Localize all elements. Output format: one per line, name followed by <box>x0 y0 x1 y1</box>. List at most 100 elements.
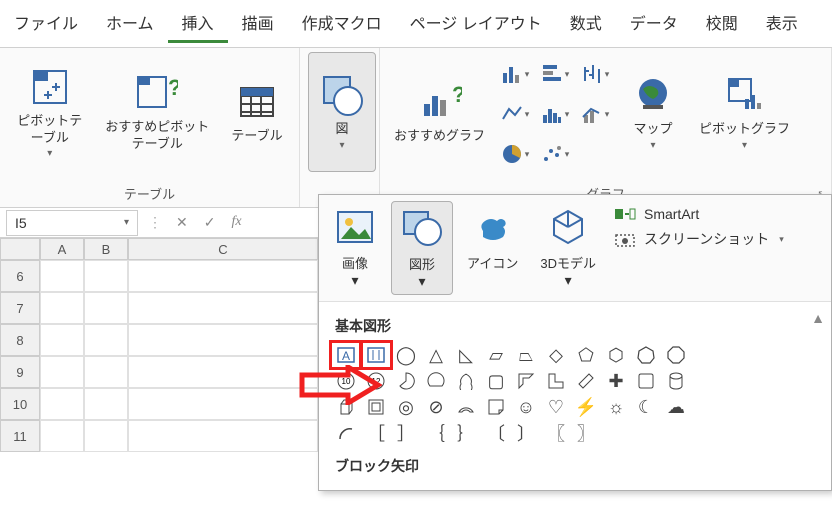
cell[interactable] <box>128 356 318 388</box>
menu-data[interactable]: データ <box>616 4 692 43</box>
scroll-up-button[interactable]: ▲ <box>811 310 825 326</box>
shape-l-shape[interactable] <box>541 368 571 394</box>
shape-pie[interactable] <box>391 368 421 394</box>
cell[interactable] <box>40 420 84 452</box>
pie-chart-button[interactable]: ▾ <box>497 136 533 172</box>
enter-button[interactable]: ✓ <box>198 212 222 233</box>
shape-chord[interactable] <box>421 368 451 394</box>
table-button[interactable]: テーブル <box>223 52 291 172</box>
shape-teardrop[interactable] <box>451 368 481 394</box>
shape-plaque[interactable] <box>631 368 661 394</box>
shape-bracket-left[interactable]: ［ <box>361 420 391 446</box>
shape-oval[interactable]: ◯ <box>391 342 421 368</box>
pivot-chart-button[interactable]: ピボットグラフ ▾ <box>693 52 796 172</box>
row-header[interactable]: 10 <box>0 388 40 420</box>
icons-button[interactable]: アイコン <box>459 201 526 295</box>
cell[interactable] <box>84 260 128 292</box>
menu-insert[interactable]: 挿入 <box>168 4 228 43</box>
shape-lightning[interactable]: ⚡ <box>571 394 601 420</box>
shape-can[interactable] <box>661 368 691 394</box>
recommended-pivot-button[interactable]: ? おすすめピボットテーブル <box>98 52 218 172</box>
col-header[interactable]: C <box>128 238 318 260</box>
combo-chart-button[interactable]: ▾ <box>577 96 613 132</box>
menu-draw[interactable]: 描画 <box>228 4 288 43</box>
shape-bracket-right[interactable]: ］ <box>391 420 421 446</box>
menu-macro[interactable]: 作成マクロ <box>288 4 396 43</box>
shape-diagonal-stripe[interactable] <box>571 368 601 394</box>
cell[interactable] <box>128 420 318 452</box>
bar-chart-button[interactable]: ▾ <box>537 56 573 92</box>
shape-arc[interactable] <box>331 420 361 446</box>
cancel-button[interactable]: ✕ <box>170 212 194 233</box>
cell[interactable] <box>128 260 318 292</box>
histogram-button[interactable]: ▾ <box>537 96 573 132</box>
cell[interactable] <box>40 388 84 420</box>
stock-chart-button[interactable]: ▾ <box>577 56 613 92</box>
row-header[interactable]: 8 <box>0 324 40 356</box>
cell[interactable] <box>84 420 128 452</box>
col-header[interactable]: A <box>40 238 84 260</box>
cell[interactable] <box>84 388 128 420</box>
row-header[interactable]: 9 <box>0 356 40 388</box>
shape-sun[interactable]: ☼ <box>601 394 631 420</box>
shape-double-bracket[interactable]: 〔 <box>481 420 511 446</box>
cell[interactable] <box>40 260 84 292</box>
menu-home[interactable]: ホーム <box>92 4 168 43</box>
shape-moon[interactable]: ☾ <box>631 394 661 420</box>
shape-frame[interactable]: ▢ <box>481 368 511 394</box>
shape-smiley[interactable]: ☺ <box>511 394 541 420</box>
shape-pentagon[interactable]: ⬠ <box>571 342 601 368</box>
shape-heptagon[interactable] <box>631 342 661 368</box>
shape-brace-left[interactable]: ｛ <box>421 420 451 446</box>
shape-double-brace-r[interactable]: 〗 <box>571 420 601 446</box>
cell[interactable] <box>40 324 84 356</box>
cell[interactable] <box>40 292 84 324</box>
shapes-button[interactable]: 図形 ▾ <box>391 201 453 295</box>
shape-parallelogram[interactable]: ▱ <box>481 342 511 368</box>
cell[interactable] <box>84 324 128 356</box>
shape-trapezoid[interactable]: ⏢ <box>511 342 541 368</box>
scatter-chart-button[interactable]: ▾ <box>537 136 573 172</box>
menu-review[interactable]: 校閲 <box>692 4 752 43</box>
row-header[interactable]: 7 <box>0 292 40 324</box>
name-box[interactable]: I5 ▾ <box>6 210 138 236</box>
cell[interactable] <box>128 292 318 324</box>
cell[interactable] <box>40 356 84 388</box>
column-chart-button[interactable]: ▾ <box>497 56 533 92</box>
shape-triangle[interactable]: △ <box>421 342 451 368</box>
map-button[interactable]: マップ ▾ <box>619 52 687 172</box>
shape-no-symbol[interactable]: ⊘ <box>421 394 451 420</box>
shape-block-arc[interactable] <box>451 394 481 420</box>
cell[interactable] <box>128 388 318 420</box>
shape-half-frame[interactable] <box>511 368 541 394</box>
shape-heart[interactable]: ♡ <box>541 394 571 420</box>
menu-page-layout[interactable]: ページ レイアウト <box>396 4 556 43</box>
image-button[interactable]: 画像 ▾ <box>325 201 385 295</box>
shape-right-triangle[interactable]: ◺ <box>451 342 481 368</box>
shape-hexagon[interactable]: ⬡ <box>601 342 631 368</box>
shape-cloud[interactable]: ☁ <box>661 394 691 420</box>
illustrations-button[interactable]: 図 ▾ <box>308 52 376 172</box>
shape-double-bracket-r[interactable]: 〕 <box>511 420 541 446</box>
shape-octagon[interactable] <box>661 342 691 368</box>
shape-double-brace[interactable]: 〖 <box>541 420 571 446</box>
menu-file[interactable]: ファイル <box>0 4 92 43</box>
menu-formulas[interactable]: 数式 <box>556 4 616 43</box>
shape-folded-corner[interactable] <box>481 394 511 420</box>
shape-cross[interactable]: ✚ <box>601 368 631 394</box>
col-header[interactable]: B <box>84 238 128 260</box>
3d-models-button[interactable]: 3Dモデル ▾ <box>532 201 604 295</box>
cell[interactable] <box>84 292 128 324</box>
cell[interactable] <box>84 356 128 388</box>
shape-donut[interactable]: ◎ <box>391 394 421 420</box>
line-chart-button[interactable]: ▾ <box>497 96 533 132</box>
row-header[interactable]: 11 <box>0 420 40 452</box>
menu-view[interactable]: 表示 <box>752 4 812 43</box>
recommended-chart-button[interactable]: ? おすすめグラフ <box>388 52 491 172</box>
row-header[interactable]: 6 <box>0 260 40 292</box>
fx-button[interactable]: fx <box>225 212 247 233</box>
shape-brace-right[interactable]: ｝ <box>451 420 481 446</box>
cell[interactable] <box>128 324 318 356</box>
pivot-table-button[interactable]: ピボットテーブル ▾ <box>8 52 92 172</box>
select-all-corner[interactable] <box>0 238 40 260</box>
